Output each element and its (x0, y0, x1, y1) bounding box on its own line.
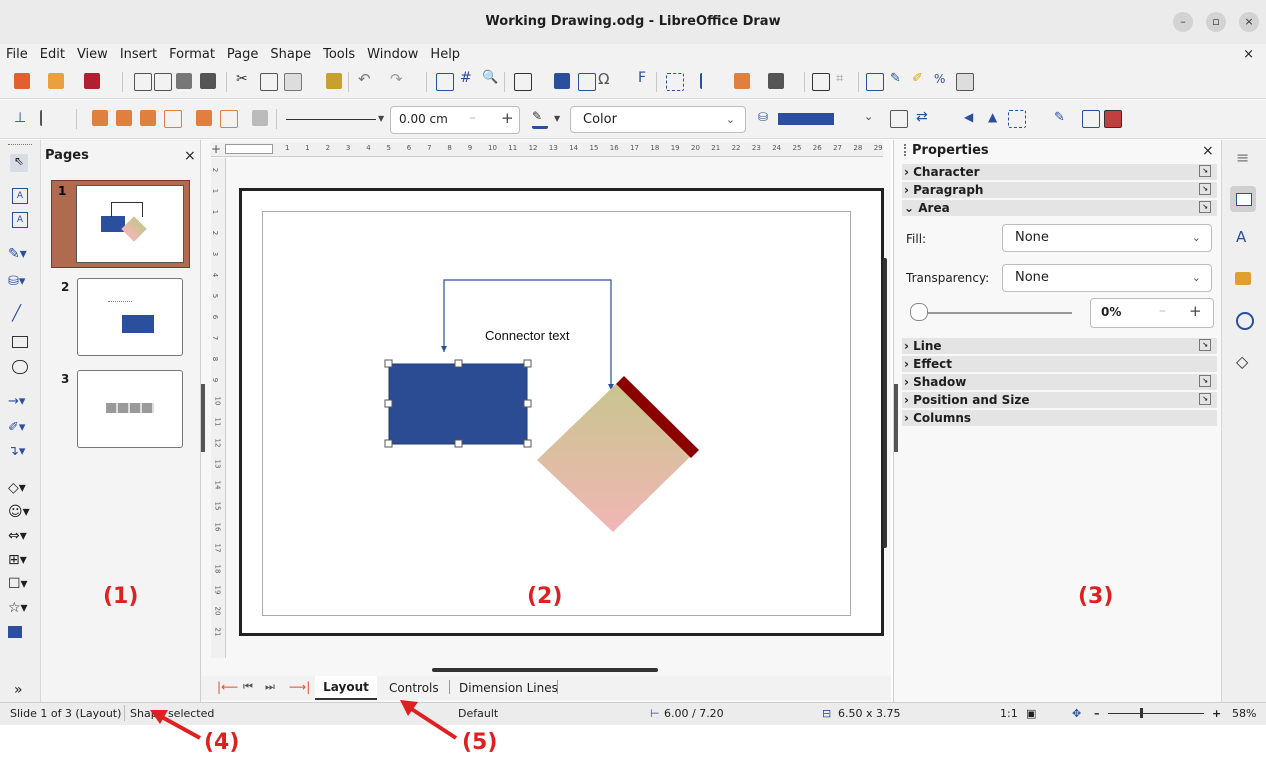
callout-arrows (150, 700, 458, 740)
callout-4-label: (4) (204, 730, 240, 755)
callout-4-arrow (159, 714, 201, 740)
callout-5-arrow (408, 706, 458, 740)
callout-5-label: (5) (462, 730, 498, 755)
